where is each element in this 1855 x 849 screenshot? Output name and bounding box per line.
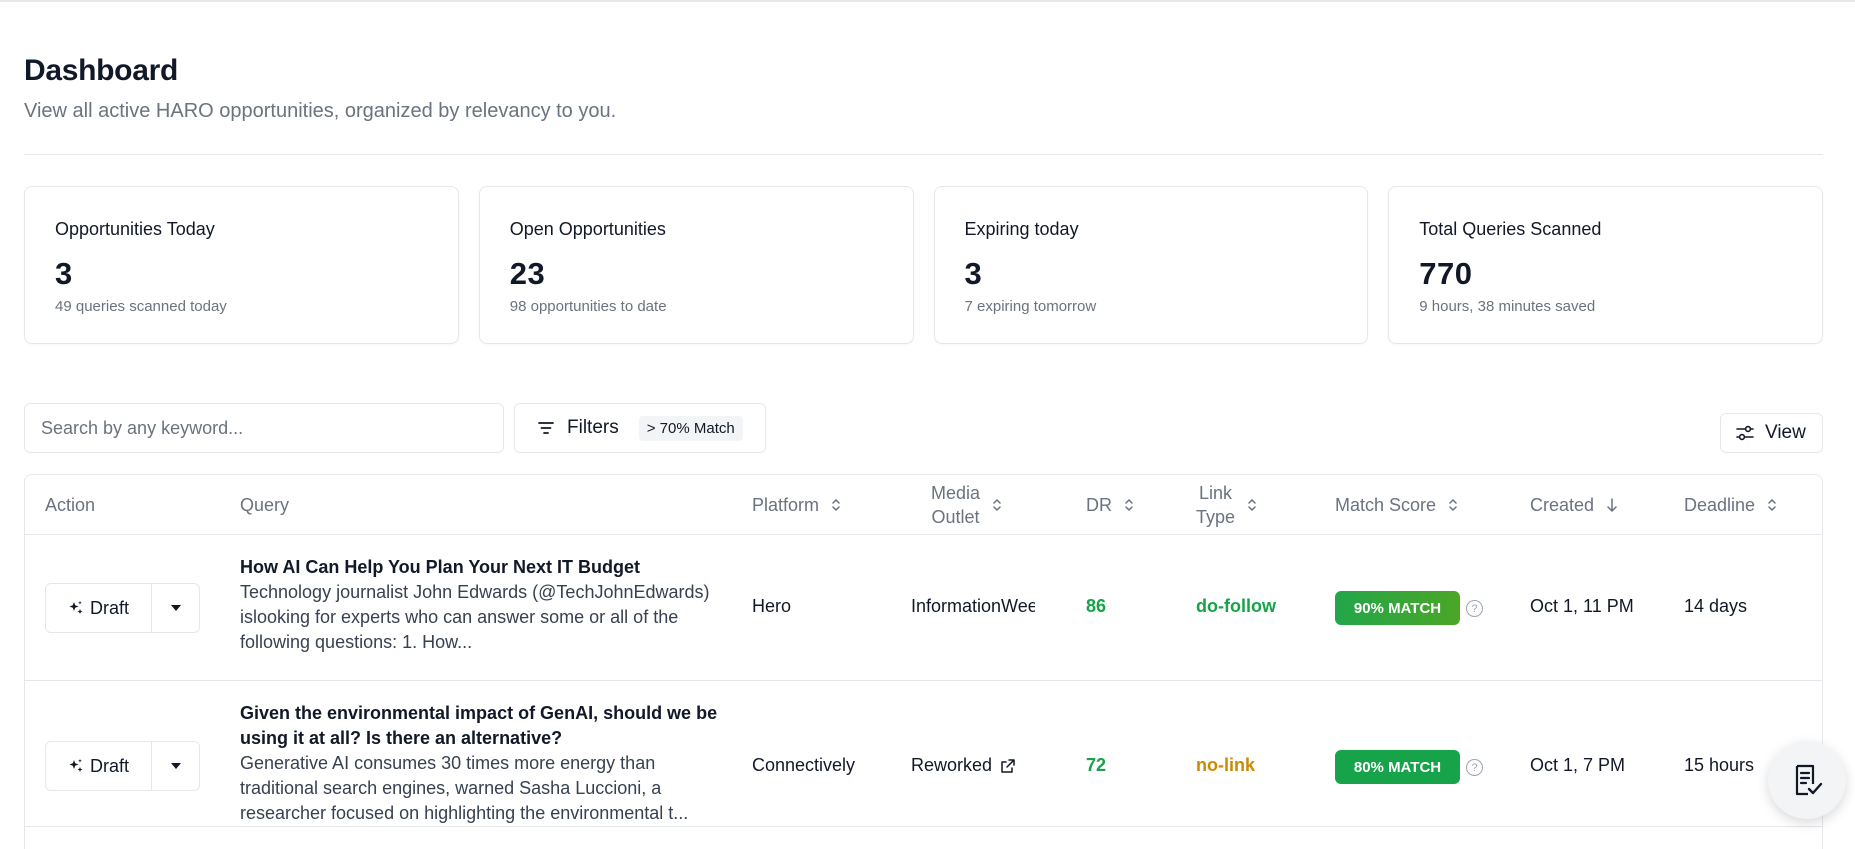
column-label: DR	[1086, 494, 1112, 515]
view-label: View	[1765, 422, 1806, 443]
query-title[interactable]: Given the environmental impact of GenAI,…	[240, 701, 720, 751]
column-label: Deadline	[1684, 494, 1756, 515]
caret-down-icon	[170, 763, 181, 769]
external-link-icon	[1001, 758, 1015, 773]
table-row[interactable]: Draft Given the environmental impact of …	[25, 681, 1822, 827]
header-divider	[24, 154, 1823, 155]
created-cell: Oct 1, 11 PM	[1530, 596, 1634, 616]
sparkles-icon	[69, 601, 83, 614]
draft-label: Draft	[89, 597, 129, 618]
platform-cell: Hero	[752, 596, 792, 616]
stats-row: Opportunities Today 3 49 queries scanned…	[24, 186, 1823, 344]
help-icon[interactable]: ?	[1466, 759, 1483, 776]
match-badge: 90% MATCH	[1335, 591, 1460, 625]
filters-button[interactable]: Filters > 70% Match	[514, 403, 766, 453]
sort-icon	[1248, 498, 1256, 512]
draft-label: Draft	[89, 755, 129, 776]
sort-icon	[1125, 498, 1133, 512]
column-label: Platform	[752, 494, 820, 515]
column-match-score[interactable]: Match Score	[1335, 475, 1458, 535]
column-media-outlet[interactable]: Media Outlet	[931, 475, 1002, 535]
column-dr[interactable]: DR	[1086, 475, 1134, 535]
draft-button-group: Draft	[45, 583, 200, 633]
filters-label: Filters	[567, 417, 619, 438]
sort-icon	[993, 498, 1001, 512]
platform-cell: Connectively	[752, 755, 856, 775]
stat-value: 770	[1419, 256, 1473, 291]
stat-label: Expiring today	[964, 219, 1079, 239]
clipboard-check-icon	[1795, 764, 1823, 796]
sliders-icon	[1736, 425, 1754, 441]
stat-subtext: 7 expiring tomorrow	[964, 298, 1097, 315]
column-label: Match Score	[1335, 494, 1437, 515]
draft-button-group: Draft	[45, 741, 200, 791]
column-label: Action	[45, 494, 96, 515]
stat-card-open-opportunities: Open Opportunities 23 98 opportunities t…	[478, 186, 914, 344]
column-label: Link	[1199, 483, 1233, 503]
sort-icon	[1768, 498, 1776, 512]
floating-action-button[interactable]	[1768, 741, 1846, 819]
sparkles-icon	[69, 759, 83, 772]
column-deadline[interactable]: Deadline	[1684, 475, 1777, 535]
sort-icon	[1449, 498, 1457, 512]
media-outlet-label: Reworked	[911, 755, 993, 775]
link-type-cell: no-link	[1196, 755, 1255, 775]
view-button[interactable]: View	[1720, 413, 1823, 453]
table-row[interactable]: Draft How AI Can Help You Plan Your Next…	[25, 535, 1822, 681]
media-outlet-cell: InformationWeek	[911, 596, 1035, 616]
stat-label: Total Queries Scanned	[1419, 219, 1602, 239]
deadline-cell: 14 days	[1684, 596, 1748, 616]
help-icon[interactable]: ?	[1466, 600, 1483, 617]
draft-button[interactable]: Draft	[46, 742, 152, 790]
column-created[interactable]: Created	[1530, 475, 1618, 535]
caret-down-icon	[170, 605, 181, 611]
filters-badge: > 70% Match	[638, 415, 743, 441]
table-header: Action Query Platform Media Outlet DR Lin…	[25, 475, 1822, 535]
filter-lines-icon	[538, 422, 554, 434]
match-badge: 80% MATCH	[1335, 750, 1460, 784]
sort-icon	[832, 498, 840, 512]
query-body: Generative AI consumes 30 times more ene…	[240, 753, 689, 823]
column-label: Outlet	[931, 507, 980, 527]
stat-value: 23	[509, 256, 546, 291]
stat-subtext: 49 queries scanned today	[55, 298, 227, 315]
column-label: Query	[240, 494, 290, 515]
dr-cell: 86	[1086, 596, 1107, 616]
opportunities-table: Action Query Platform Media Outlet DR Lin…	[24, 474, 1823, 849]
stat-card-total-queries: Total Queries Scanned 770 9 hours, 38 mi…	[1388, 186, 1823, 344]
stat-card-opportunities-today: Opportunities Today 3 49 queries scanned…	[24, 186, 459, 344]
column-label: Type	[1196, 507, 1236, 527]
page-header: Dashboard View all active HARO opportuni…	[24, 54, 616, 123]
column-query: Query	[240, 475, 289, 535]
column-link-type[interactable]: Link Type	[1196, 475, 1257, 535]
dr-cell: 72	[1086, 755, 1107, 775]
draft-button[interactable]: Draft	[46, 584, 152, 632]
arrow-down-icon	[1607, 498, 1617, 513]
top-border	[0, 0, 1855, 2]
stat-label: Opportunities Today	[55, 219, 215, 239]
search-input[interactable]	[24, 403, 504, 453]
draft-dropdown-button[interactable]	[152, 742, 199, 790]
created-cell: Oct 1, 7 PM	[1530, 755, 1626, 775]
column-label: Created	[1530, 494, 1595, 515]
stat-value: 3	[964, 256, 983, 291]
media-outlet-cell[interactable]: Reworked	[911, 755, 1016, 776]
stat-value: 3	[55, 256, 73, 291]
stat-card-expiring-today: Expiring today 3 7 expiring tomorrow	[933, 186, 1369, 344]
deadline-cell: 15 hours	[1684, 755, 1755, 775]
stat-subtext: 98 opportunities to date	[509, 298, 667, 315]
draft-dropdown-button[interactable]	[152, 584, 199, 632]
column-label: Media	[931, 483, 981, 503]
link-type-cell: do-follow	[1196, 596, 1276, 616]
column-action: Action	[45, 475, 95, 535]
query-title[interactable]: How AI Can Help You Plan Your Next IT Bu…	[240, 555, 720, 580]
stat-label: Open Opportunities	[509, 219, 666, 239]
column-platform[interactable]: Platform	[752, 475, 841, 535]
stat-subtext: 9 hours, 38 minutes saved	[1419, 298, 1596, 315]
page-title: Dashboard	[24, 54, 178, 87]
page-subtitle: View all active HARO opportunities, orga…	[24, 100, 617, 122]
query-body: Technology journalist John Edwards (@Tec…	[240, 582, 710, 652]
